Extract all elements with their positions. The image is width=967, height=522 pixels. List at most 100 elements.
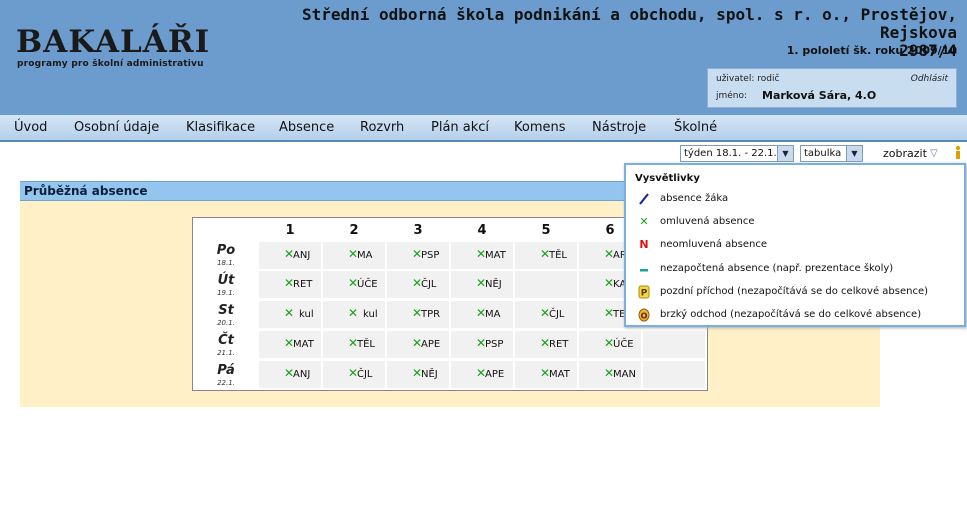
subject-label: ÚČE	[613, 339, 634, 350]
subject-label: ANJ	[293, 369, 311, 380]
subject-label: APE	[485, 369, 505, 380]
absence-cell[interactable]: ✕ PSP	[451, 331, 513, 358]
nav-item-skolne[interactable]: Školné	[674, 120, 717, 135]
column-header: 5	[541, 223, 551, 238]
day-date: 22.1.	[217, 379, 235, 387]
empty-cell	[643, 331, 705, 358]
absence-cell[interactable]: ✕ TĚL	[515, 242, 577, 269]
week-select[interactable]: týden 18.1. - 22.1. ▼	[680, 145, 794, 162]
empty-cell	[515, 271, 577, 298]
show-button[interactable]: zobrazit	[883, 147, 927, 160]
day-name: Út	[217, 273, 235, 288]
chevron-down-icon: ▼	[777, 146, 793, 161]
day-date: 21.1.	[217, 349, 235, 357]
svg-text:P: P	[641, 289, 648, 299]
legend-popup: Vysvětlivky absence žáka ✕ omluvená abse…	[624, 163, 966, 327]
absence-cell[interactable]: ✕ MA	[323, 242, 385, 269]
day-date: 18.1.	[217, 259, 235, 267]
absence-cell[interactable]: ✕ APE	[451, 361, 513, 388]
absence-cell[interactable]: ✕ ANJ	[259, 242, 321, 269]
subject-label: kul	[299, 309, 314, 320]
early-leave-icon: O	[638, 308, 650, 322]
nav-item-uvod[interactable]: Úvod	[14, 120, 47, 135]
absence-cell[interactable]: ✕ ČJL	[323, 361, 385, 388]
legend-text: neomluvená absence	[660, 239, 768, 250]
day-name: St	[218, 303, 234, 318]
svg-text:O: O	[641, 312, 648, 321]
subject-label: MAN	[613, 369, 636, 380]
nav-item-rozvrh[interactable]: Rozvrh	[360, 120, 404, 135]
subject-label: TĚL	[549, 250, 567, 261]
absence-cell[interactable]: ✕ MAN	[579, 361, 641, 388]
subject-label: APE	[421, 339, 441, 350]
legend-text: nezapočtená absence (např. prezentace šk…	[660, 263, 894, 274]
main-nav: Úvod Osobní údaje Klasifikace Absence Ro…	[0, 115, 967, 142]
subject-label: RET	[293, 279, 313, 290]
day-name: Po	[216, 243, 236, 258]
logout-link[interactable]: Odhlásit	[911, 74, 948, 84]
legend-item: N neomluvená absence	[634, 237, 960, 255]
filter-icon[interactable]: ▽	[930, 148, 938, 159]
subject-label: MA	[485, 309, 501, 320]
subject-label: PSP	[485, 339, 504, 350]
absence-cell[interactable]: ✕ RET	[259, 271, 321, 298]
absence-cell[interactable]: ✕ MAT	[515, 361, 577, 388]
legend-item: O brzký odchod (nezapočítává se do celko…	[634, 307, 960, 325]
subject-label: ČJL	[549, 309, 565, 320]
day-name: Čt	[218, 333, 234, 348]
view-select[interactable]: tabulka ▼	[800, 145, 863, 162]
nav-item-absence[interactable]: Absence	[279, 120, 334, 135]
subject-label: MAT	[485, 250, 506, 261]
dash-icon	[640, 269, 648, 272]
column-header: 4	[477, 223, 487, 238]
empty-cell	[643, 361, 705, 388]
subject-label: ČJL	[357, 369, 373, 380]
subject-label: ÚČE	[357, 279, 378, 290]
absence-cell[interactable]: ✕ TPR	[387, 301, 449, 328]
nav-item-osobni-udaje[interactable]: Osobní údaje	[74, 120, 159, 135]
absence-cell[interactable]: ✕ ČJL	[387, 271, 449, 298]
legend-item: ✕ omluvená absence	[634, 214, 960, 232]
subject-label: ČJL	[421, 279, 437, 290]
absence-cell[interactable]: ✕ PSP	[387, 242, 449, 269]
user-role-label: uživatel: rodič	[716, 74, 780, 84]
subject-label: TĚL	[357, 339, 375, 350]
absence-cell[interactable]: ✕ RET	[515, 331, 577, 358]
view-select-value: tabulka	[804, 148, 842, 159]
day-date: 19.1.	[217, 289, 235, 297]
column-header: 2	[349, 223, 359, 238]
red-n-icon: N	[639, 238, 649, 251]
week-select-value: týden 18.1. - 22.1.	[684, 148, 777, 159]
absence-cell[interactable]: ✕ ÚČE	[579, 331, 641, 358]
column-header: 3	[413, 223, 423, 238]
subject-label: MAT	[293, 339, 314, 350]
absence-cell[interactable]: ✕ TĚL	[323, 331, 385, 358]
absence-cell[interactable]: ✕ MAT	[259, 331, 321, 358]
subject-label: kul	[363, 309, 378, 320]
absence-cell[interactable]: ✕ MA	[451, 301, 513, 328]
slash-icon	[639, 193, 649, 205]
nav-item-nastroje[interactable]: Nástroje	[592, 120, 646, 135]
legend-text: absence žáka	[660, 193, 729, 204]
subject-label: ANJ	[293, 250, 311, 261]
excused-icon: ✕	[284, 306, 295, 320]
absence-cell[interactable]: ✕ ČJL	[515, 301, 577, 328]
legend-title: Vysvětlivky	[635, 173, 700, 184]
absence-cell[interactable]: ✕ NĚJ	[451, 271, 513, 298]
absence-cell[interactable]: ✕ kul	[259, 301, 321, 328]
absence-cell[interactable]: ✕ kul	[323, 301, 385, 328]
absence-cell[interactable]: ✕ NĚJ	[387, 361, 449, 388]
subject-label: TPR	[421, 309, 441, 320]
absence-cell[interactable]: ✕ MAT	[451, 242, 513, 269]
info-icon[interactable]	[953, 145, 963, 160]
chevron-down-icon: ▼	[846, 146, 862, 161]
absence-cell[interactable]: ✕ ANJ	[259, 361, 321, 388]
absence-cell[interactable]: ✕ APE	[387, 331, 449, 358]
absence-cell[interactable]: ✕ ÚČE	[323, 271, 385, 298]
nav-item-klasifikace[interactable]: Klasifikace	[186, 120, 255, 135]
column-header: 1	[285, 223, 295, 238]
legend-item: P pozdní příchod (nezapočítává se do cel…	[634, 284, 960, 302]
nav-item-komens[interactable]: Komens	[514, 120, 566, 135]
subject-label: MAT	[549, 369, 570, 380]
nav-item-plan-akci[interactable]: Plán akcí	[431, 120, 489, 135]
